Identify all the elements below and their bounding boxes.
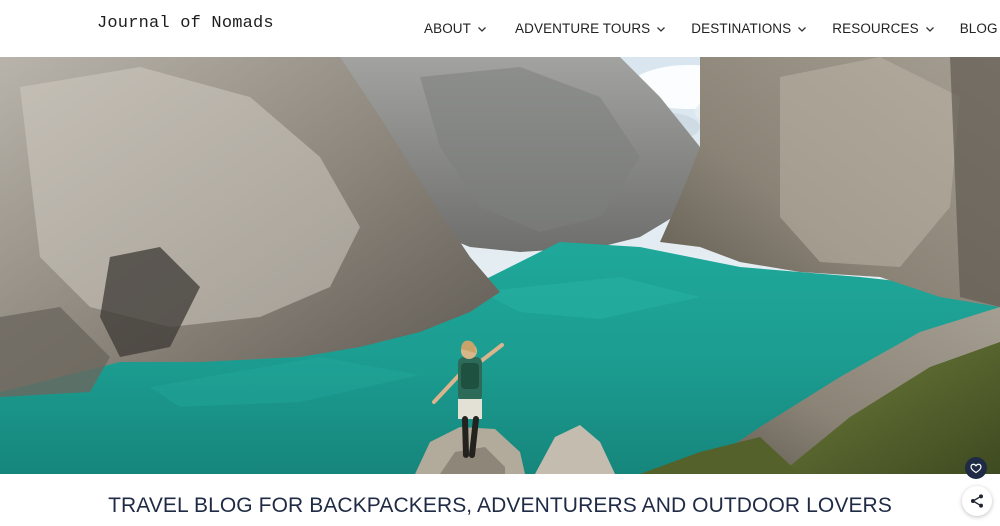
nav-item-label: RESOURCES [832,21,919,36]
nav-item-label: BLOG [959,21,998,36]
chevron-down-icon [478,26,486,32]
nav-item-resources[interactable]: RESOURCES [832,21,934,36]
chevron-down-icon [657,26,666,32]
nav-item-destinations[interactable]: DESTINATIONS [691,21,807,36]
chevron-down-icon [925,26,934,32]
main-nav: ABOUT ADVENTURE TOURS DESTINATIONS RESOU… [424,0,1000,57]
site-header: Journal of Nomads ABOUT ADVENTURE TOURS … [0,0,1000,57]
share-icon [971,494,983,508]
nav-item-label: DESTINATIONS [691,21,792,36]
heart-icon [970,463,982,474]
favorite-button[interactable] [965,457,987,479]
chevron-down-icon [798,26,807,32]
site-tagline: TRAVEL BLOG FOR BACKPACKERS, ADVENTURERS… [108,494,892,517]
nav-item-blog[interactable]: BLOG [960,21,998,36]
nav-item-adventure-tours[interactable]: ADVENTURE TOURS [515,21,666,36]
hero-image [0,57,1000,474]
site-logo[interactable]: Journal of Nomads [97,14,274,33]
mountain-lake-hiker-photo [0,57,1000,474]
nav-item-label: ADVENTURE TOURS [515,21,651,36]
share-button[interactable] [962,486,992,516]
nav-item-about[interactable]: ABOUT [424,21,487,36]
nav-item-label: ABOUT [424,21,472,36]
